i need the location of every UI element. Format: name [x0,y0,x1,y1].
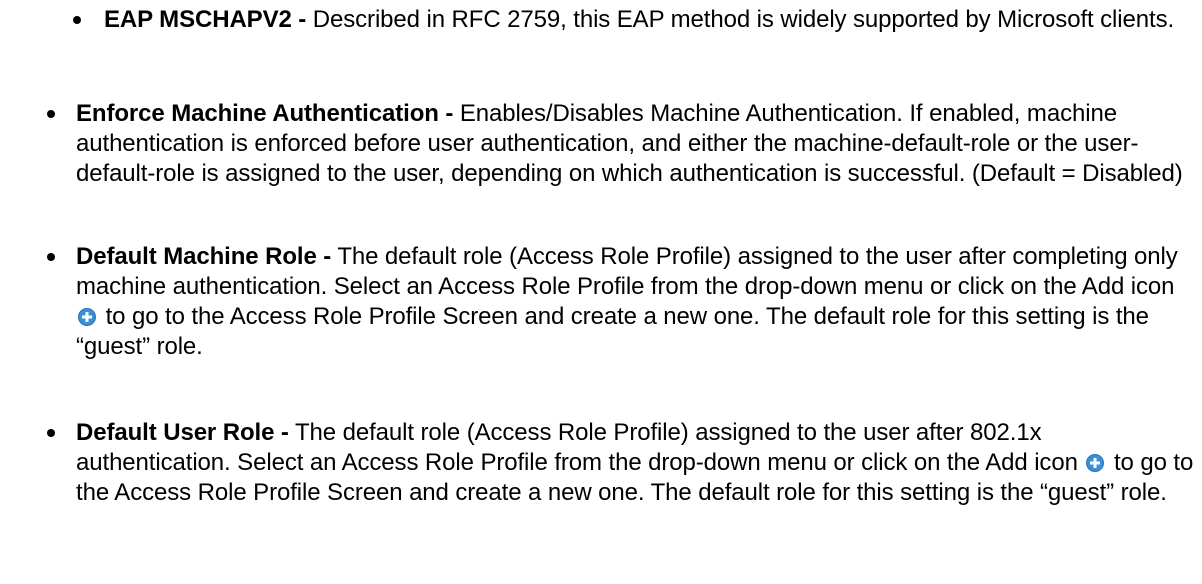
bullet-icon [46,418,56,448]
bullet-text: Enforce Machine Authentication - Enables… [76,99,1198,189]
add-icon [1086,454,1105,472]
term-label: EAP MSCHAPV2 - [104,6,307,33]
term-description-part-2: to go to the Access Role Profile Screen … [76,303,1149,360]
term-label: Default User Role - [76,419,289,446]
add-icon [78,308,96,326]
term-label: Enforce Machine Authentication - [76,100,454,127]
bullet-text: Default Machine Role - The default role … [76,242,1198,362]
term-label: Default Machine Role - [76,243,332,270]
bullet-text: Default User Role - The default role (Ac… [76,418,1198,508]
bullet-icon [46,242,56,272]
bullet-icon [72,5,82,35]
term-description: Described in RFC 2759, this EAP method i… [312,6,1175,33]
bullet-icon [46,99,56,129]
bullet-text: EAP MSCHAPV2 - Described in RFC 2759, th… [104,5,1198,35]
